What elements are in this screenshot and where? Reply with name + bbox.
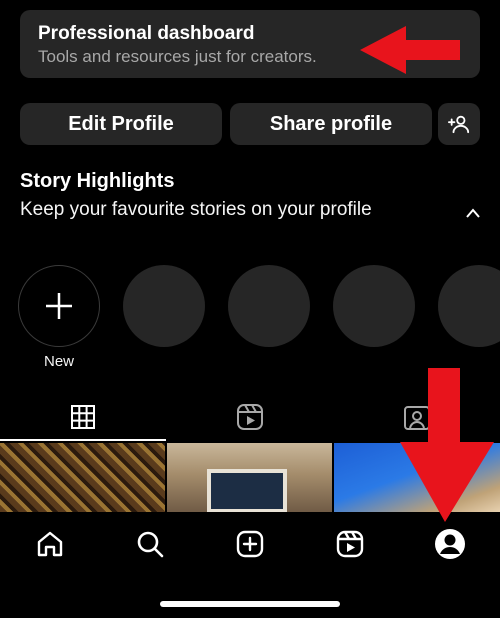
profile-icon bbox=[435, 529, 465, 559]
new-highlight-button[interactable] bbox=[18, 265, 100, 347]
home-indicator[interactable] bbox=[160, 601, 340, 607]
highlight-placeholder bbox=[438, 265, 500, 347]
highlights-title: Story Highlights bbox=[20, 170, 175, 192]
reels-icon bbox=[236, 404, 263, 430]
home-icon bbox=[37, 531, 63, 557]
person-add-icon bbox=[448, 115, 470, 134]
highlight-placeholder bbox=[333, 265, 415, 347]
highlight-placeholder bbox=[228, 265, 310, 347]
annotation-arrow-left bbox=[360, 26, 460, 74]
tab-selected-indicator bbox=[0, 439, 166, 441]
highlight-placeholder bbox=[123, 265, 205, 347]
profile-actions: Edit Profile Share profile bbox=[20, 103, 480, 145]
edit-profile-button[interactable]: Edit Profile bbox=[20, 103, 222, 145]
post-thumbnail[interactable] bbox=[0, 443, 165, 513]
new-highlight-label: New bbox=[43, 353, 74, 370]
annotation-arrow-down bbox=[400, 368, 494, 522]
highlights-subtitle: Keep your favourite stories on your prof… bbox=[20, 199, 372, 220]
nav-home[interactable] bbox=[32, 526, 68, 562]
nav-create[interactable] bbox=[232, 526, 268, 562]
post-thumbnail[interactable] bbox=[167, 443, 332, 513]
tab-reels[interactable] bbox=[166, 395, 333, 439]
nav-reels[interactable] bbox=[332, 526, 368, 562]
plus-icon bbox=[46, 293, 72, 319]
discover-people-button[interactable] bbox=[438, 103, 480, 145]
search-icon bbox=[137, 531, 164, 558]
reels-icon bbox=[336, 530, 364, 558]
nav-search[interactable] bbox=[132, 526, 168, 562]
share-profile-button[interactable]: Share profile bbox=[230, 103, 432, 145]
nav-profile[interactable] bbox=[432, 526, 468, 562]
tab-posts-grid[interactable] bbox=[0, 395, 166, 439]
chevron-up-icon[interactable] bbox=[465, 207, 481, 219]
grid-icon bbox=[71, 405, 95, 429]
create-icon bbox=[236, 530, 264, 558]
